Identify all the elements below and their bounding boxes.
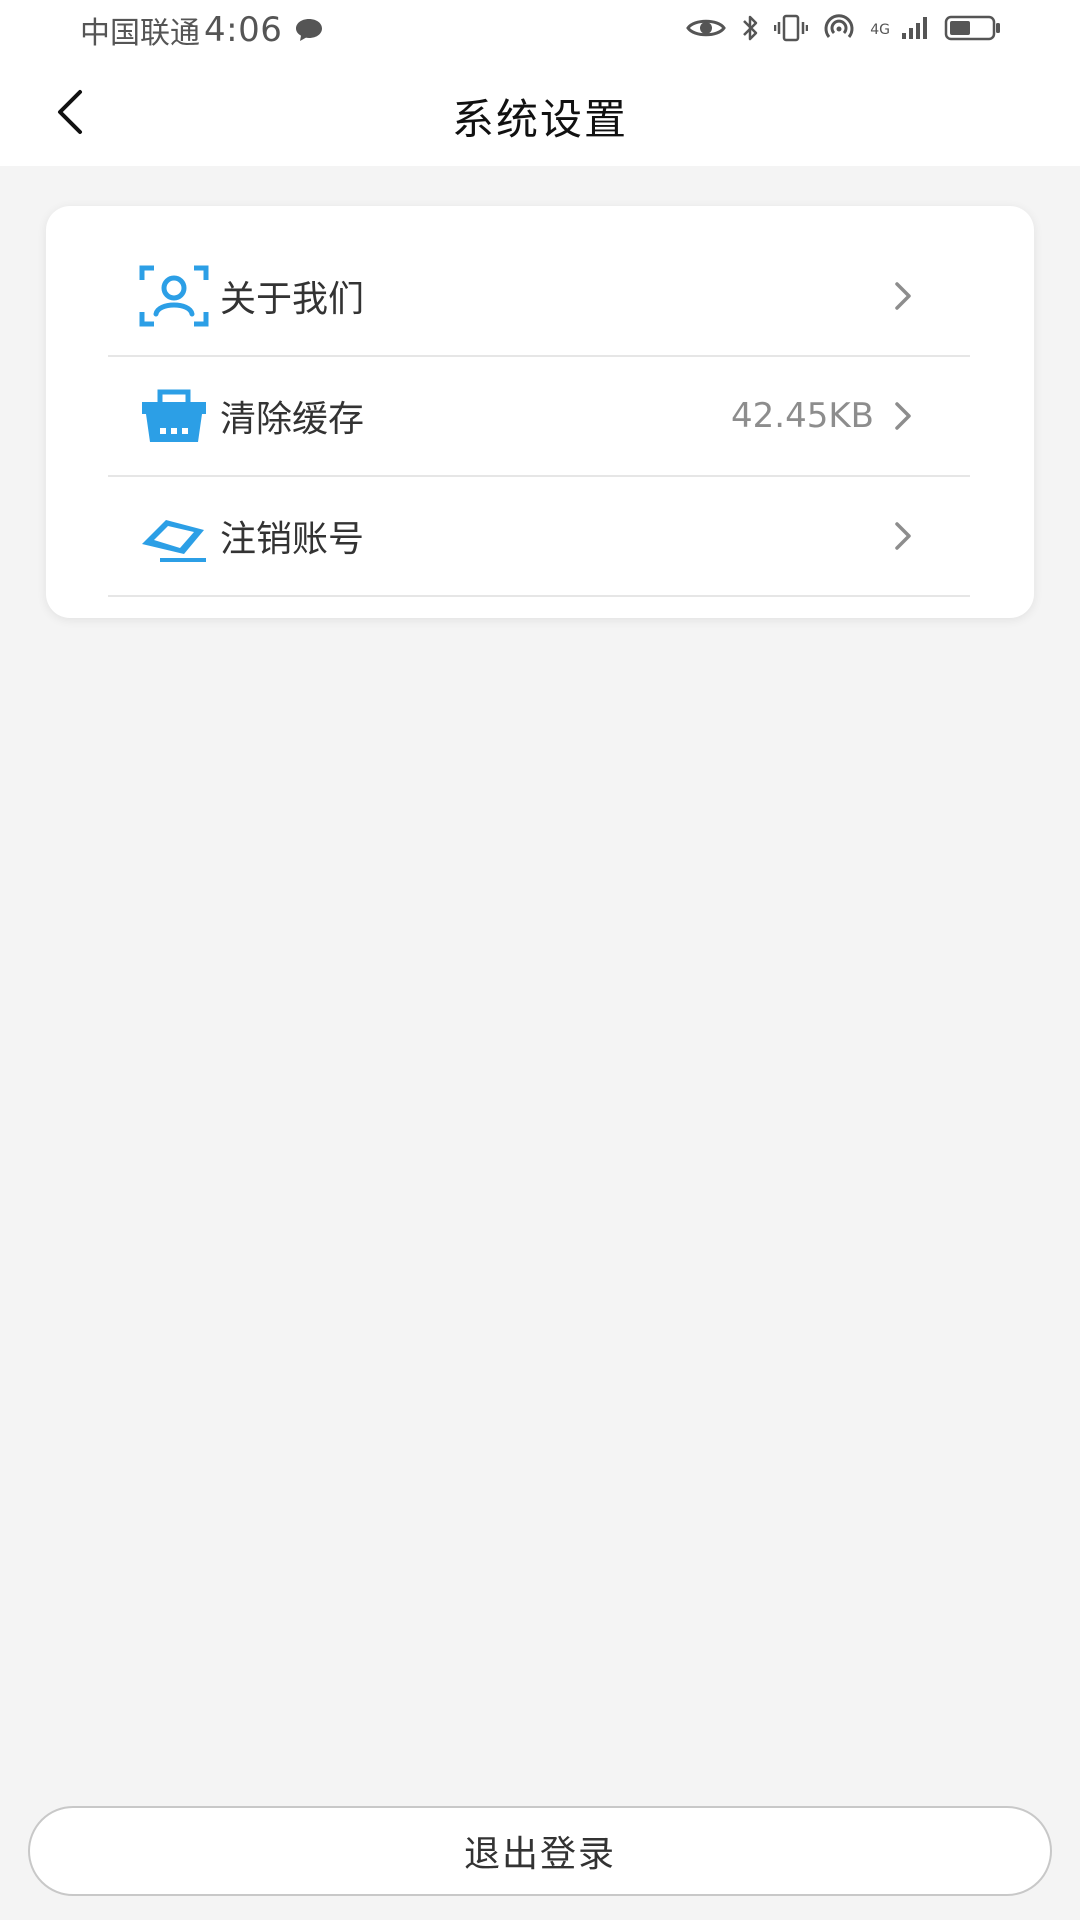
settings-item-label: 注销账号 bbox=[220, 519, 365, 560]
status-left: 中国联通 4:06 bbox=[80, 10, 324, 51]
settings-item-delete-account[interactable]: 注销账号 bbox=[108, 477, 970, 597]
settings-item-label: 清除缓存 bbox=[220, 399, 365, 440]
settings-card: 关于我们 清除缓存 42.45KB 注销账号 bbox=[46, 206, 1034, 618]
chevron-right-icon bbox=[888, 516, 918, 556]
status-right: 4G bbox=[686, 10, 1002, 50]
bluetooth-icon bbox=[740, 13, 760, 47]
eraser-icon bbox=[138, 500, 210, 572]
logout-button[interactable]: 退出登录 bbox=[28, 1806, 1052, 1896]
page-title: 系统设置 bbox=[451, 95, 628, 144]
carrier-name: 中国联通 bbox=[80, 16, 200, 51]
eye-icon bbox=[686, 16, 727, 44]
cache-size-value: 42.45KB bbox=[731, 396, 874, 436]
settings-item-clear-cache[interactable]: 清除缓存 42.45KB bbox=[108, 357, 970, 477]
status-time: 4:06 bbox=[204, 10, 283, 50]
chevron-right-icon bbox=[888, 396, 918, 436]
status-bar: 中国联通 4:06 4G bbox=[0, 0, 1080, 60]
user-scan-icon bbox=[138, 260, 210, 332]
battery-icon bbox=[944, 13, 1002, 47]
hotspot-icon bbox=[822, 13, 856, 47]
signal-icon bbox=[900, 15, 930, 45]
vibrate-icon bbox=[773, 13, 809, 47]
network-type-label: 4G bbox=[870, 22, 890, 38]
message-icon bbox=[294, 17, 324, 43]
settings-item-about[interactable]: 关于我们 bbox=[108, 237, 970, 357]
header-bar: 系统设置 bbox=[0, 60, 1080, 166]
network-type: 4G bbox=[870, 23, 890, 37]
settings-item-label: 关于我们 bbox=[220, 279, 365, 320]
basket-icon bbox=[138, 380, 210, 452]
chevron-right-icon bbox=[888, 276, 918, 316]
